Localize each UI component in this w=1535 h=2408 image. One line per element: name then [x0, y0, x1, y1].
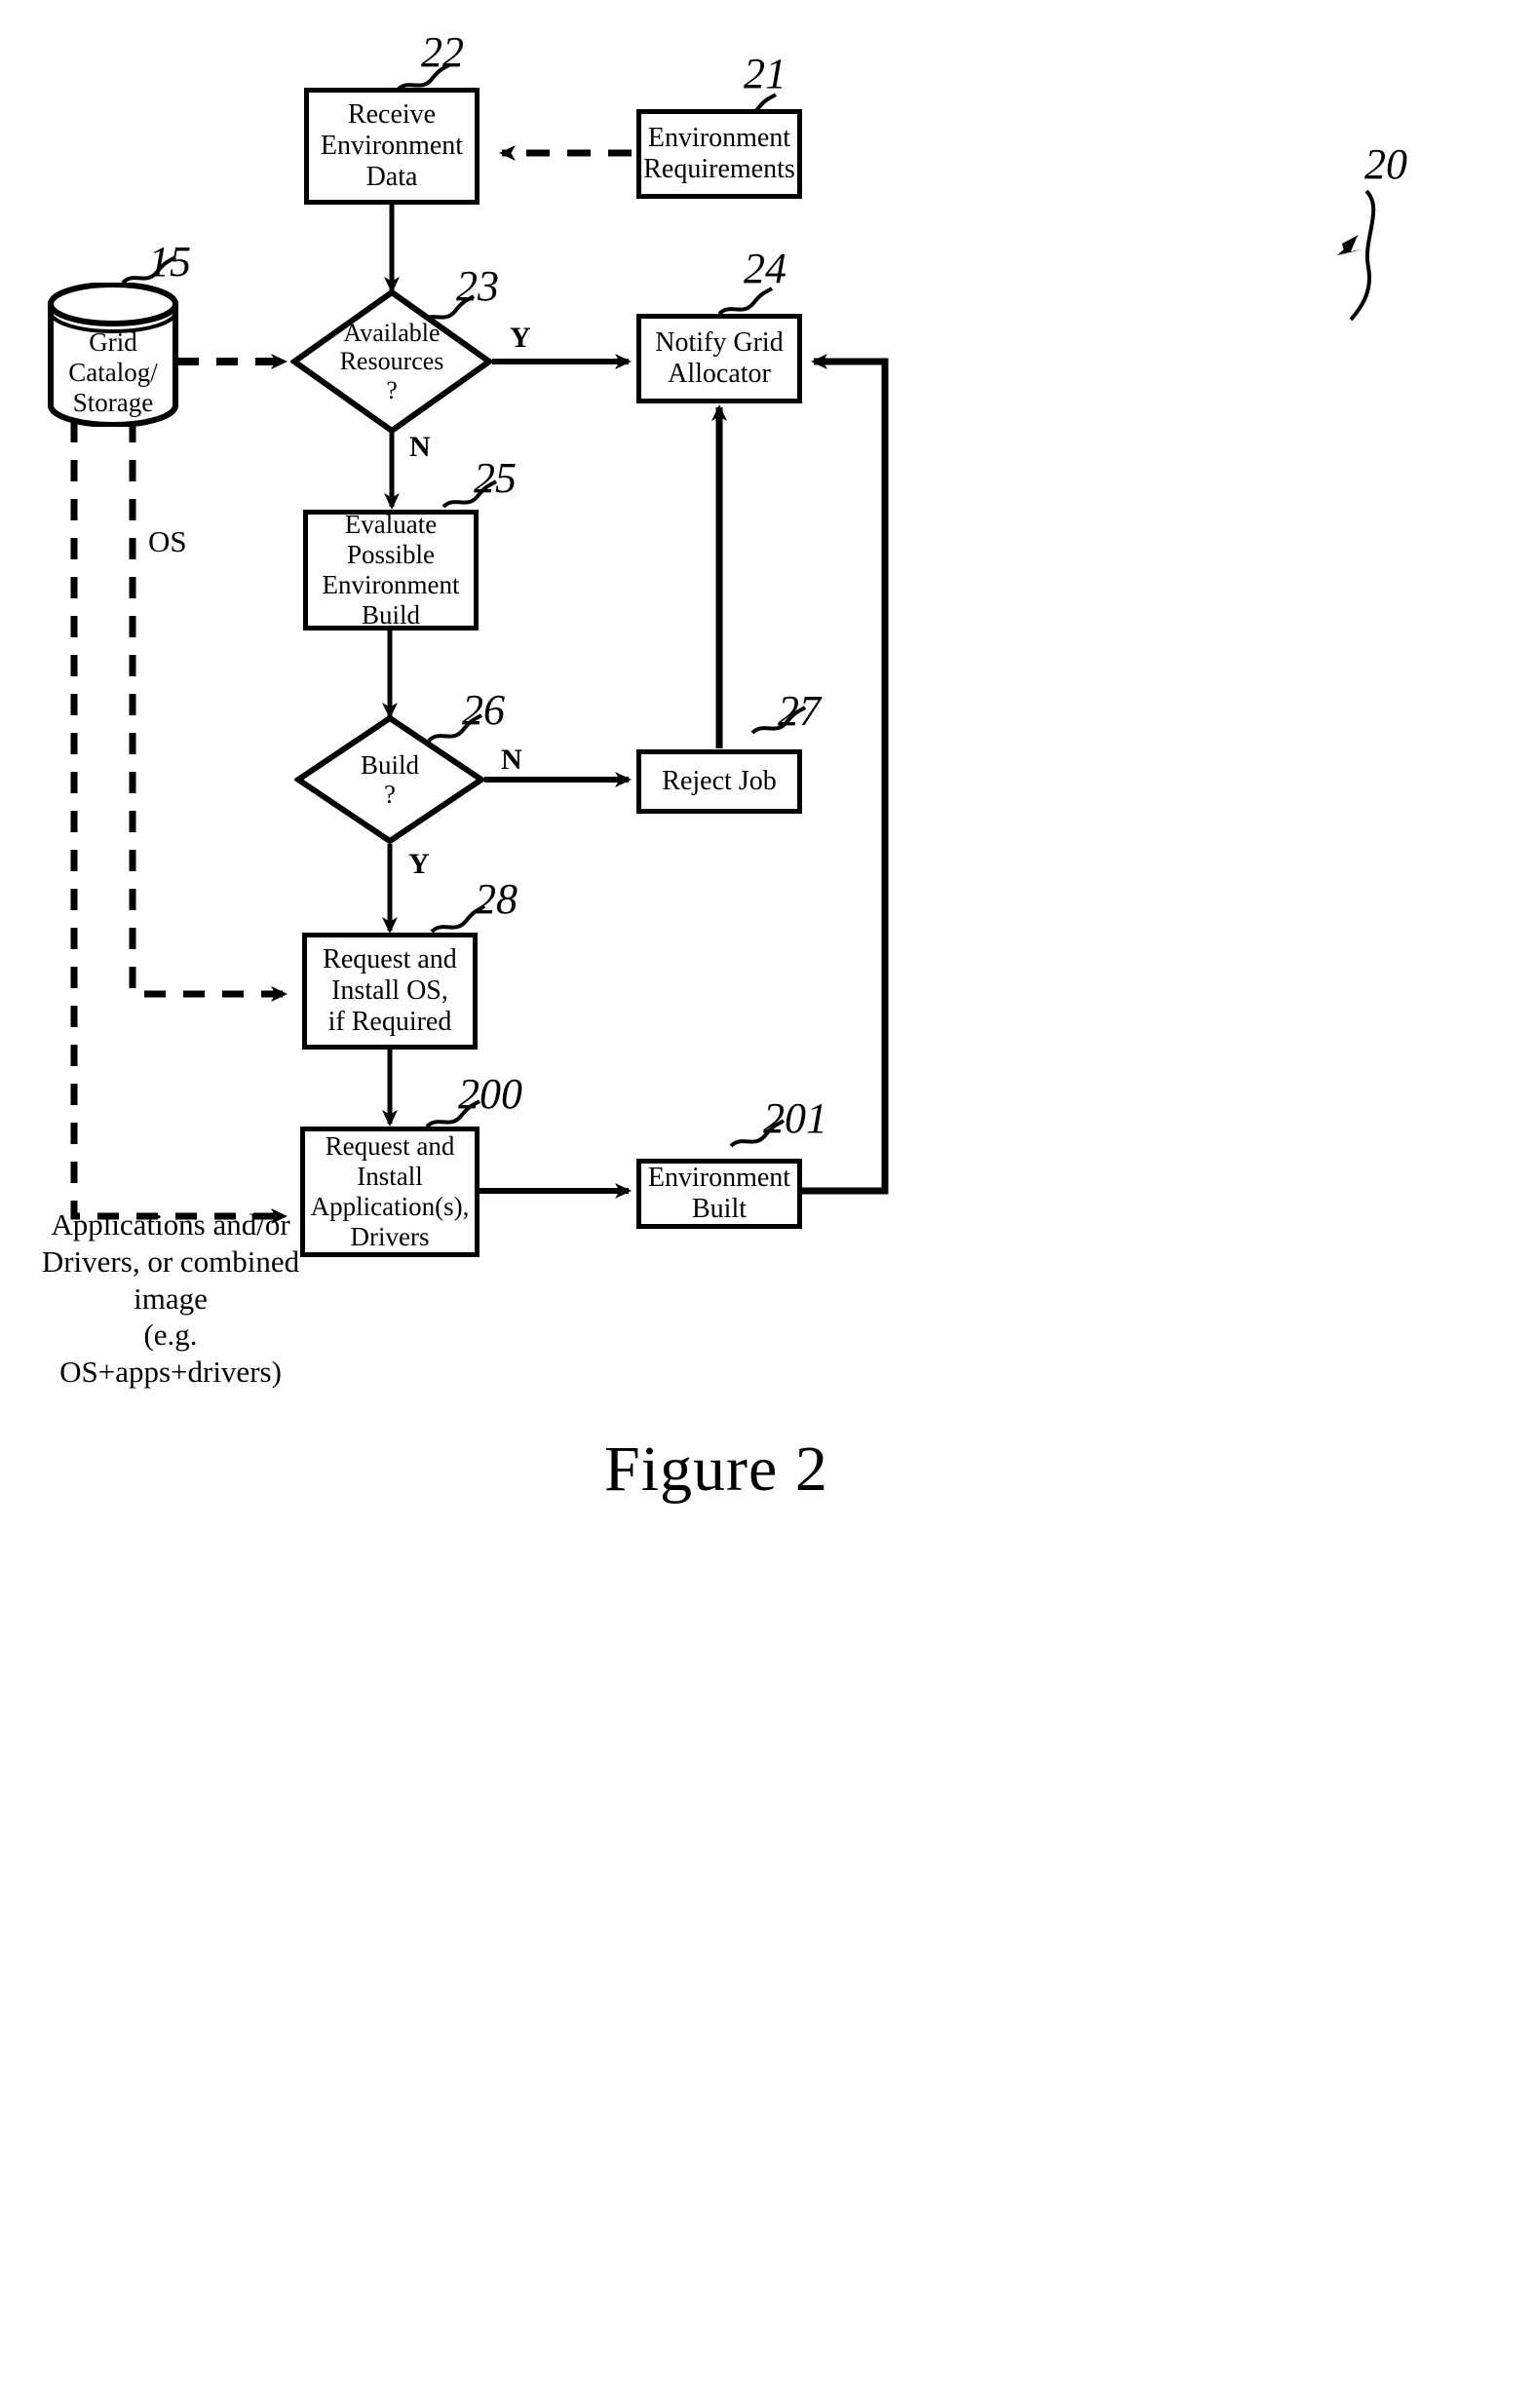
- figure-page: 22 Receive Environment Data --> 23 --> 2…: [0, 0, 1535, 2408]
- figure-caption: Figure 2: [604, 1433, 828, 1505]
- node-evaluate-possible-environment-build[interactable]: Evaluate Possible Environment Build: [303, 510, 479, 631]
- node-environment-built-label: Environment Built: [647, 1163, 791, 1224]
- edge-label-build-yes: Y: [408, 848, 430, 880]
- ref-number-23: 23: [456, 262, 499, 310]
- edge-catalog-os-to-install-os: [129, 421, 288, 1002]
- ref-number-22: 22: [421, 28, 464, 76]
- node-request-install-os-label: Request and Install OS, if Required: [323, 944, 457, 1037]
- edge-label-available-resources-yes: Y: [510, 322, 531, 354]
- node-build-decision[interactable]: Build ?: [294, 714, 485, 845]
- node-environment-requirements[interactable]: Environment Requirements: [636, 109, 802, 199]
- ref-number-27: 27: [778, 687, 821, 735]
- annotation-os-stream: OS: [148, 524, 187, 558]
- ref-number-15: 15: [148, 238, 191, 286]
- node-environment-built[interactable]: Environment Built: [636, 1159, 802, 1229]
- node-receive-environment-data[interactable]: Receive Environment Data: [304, 88, 480, 205]
- node-build-decision-label: Build ?: [360, 749, 419, 809]
- node-request-install-applications[interactable]: Request and Install Application(s), Driv…: [300, 1127, 480, 1257]
- node-notify-grid-allocator[interactable]: Notify Grid Allocator: [636, 314, 802, 403]
- edge-label-available-resources-no: N: [409, 431, 431, 463]
- ref-number-200: 200: [458, 1070, 522, 1118]
- node-evaluate-possible-environment-build-label: Evaluate Possible Environment Build: [322, 510, 460, 630]
- ref-number-201: 201: [763, 1094, 827, 1142]
- ref-number-21: 21: [744, 50, 787, 97]
- ref-number-28: 28: [475, 875, 518, 923]
- node-reject-job-label: Reject Job: [662, 766, 777, 797]
- edge-label-build-no: N: [501, 744, 522, 776]
- annotation-apps-stream: Applications and/or Drivers, or combined…: [41, 1207, 300, 1390]
- edge-environment-built-to-notify: [802, 354, 889, 1195]
- overall-ref-arrow: [1337, 235, 1362, 255]
- node-receive-environment-data-label: Receive Environment Data: [320, 99, 464, 192]
- node-notify-grid-allocator-label: Notify Grid Allocator: [655, 327, 784, 389]
- ref-number-24: 24: [744, 245, 787, 292]
- node-grid-catalog-storage-label: Grid Catalog/ Storage: [68, 327, 158, 417]
- node-request-install-applications-label: Request and Install Application(s), Driv…: [310, 1131, 470, 1251]
- node-request-install-os[interactable]: Request and Install OS, if Required: [302, 933, 478, 1050]
- ref-number-20: 20: [1364, 140, 1407, 188]
- ref-number-25: 25: [474, 454, 517, 502]
- node-reject-job[interactable]: Reject Job: [636, 749, 802, 814]
- node-environment-requirements-label: Environment Requirements: [643, 123, 795, 184]
- node-grid-catalog-storage[interactable]: Grid Catalog/ Storage: [47, 283, 179, 427]
- ref-number-26: 26: [462, 686, 505, 734]
